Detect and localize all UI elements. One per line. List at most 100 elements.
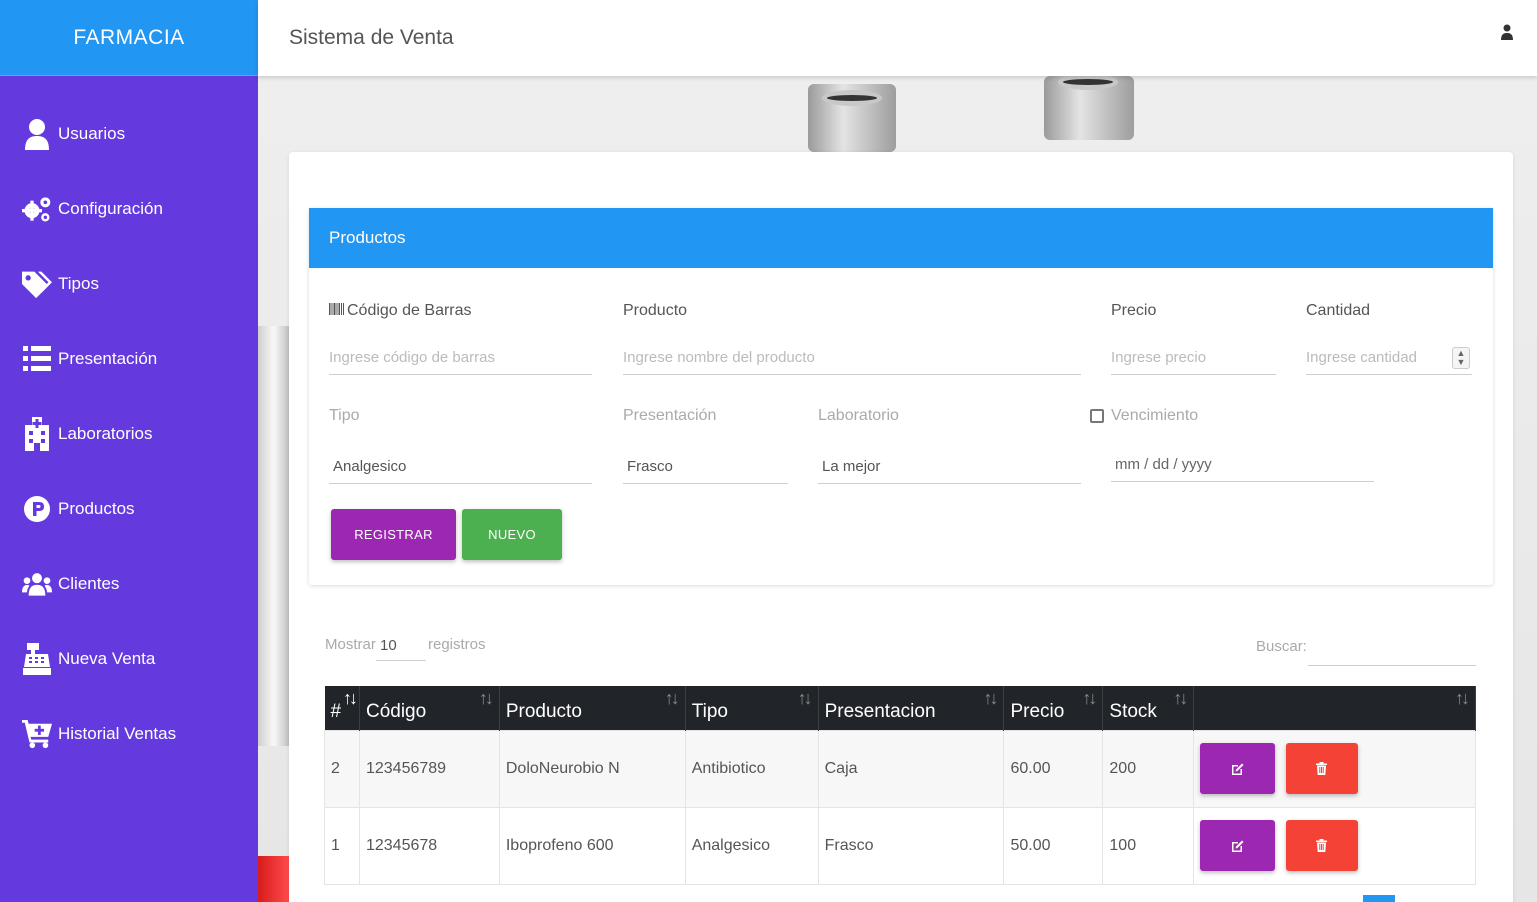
sidebar-item-label: Laboratorios	[58, 423, 153, 443]
user-icon[interactable]	[1501, 24, 1515, 42]
column-header-precio[interactable]: Precio ↑↓	[1003, 686, 1104, 730]
barcode-placeholder: Ingrese código de barras	[329, 349, 495, 366]
column-header-codigo[interactable]: Código ↑↓	[359, 686, 500, 730]
quantity-input[interactable]: Ingrese cantidad ▲ ▼	[1306, 341, 1472, 375]
cell-actions	[1193, 729, 1476, 808]
sort-icon: ↑↓	[983, 688, 998, 708]
brand-logo[interactable]: FARMACIA	[0, 0, 258, 76]
users-icon	[22, 567, 52, 601]
sidebar-item-presentacion[interactable]: Presentación	[0, 321, 258, 396]
tipo-select[interactable]: Analgesico	[329, 450, 592, 484]
barcode-icon	[329, 302, 344, 320]
parking-circle-icon	[22, 492, 52, 526]
cell-precio: 50.00	[1003, 806, 1104, 885]
register-button[interactable]: REGISTRAR	[331, 509, 456, 560]
tags-icon	[22, 267, 52, 301]
sidebar-item-label: Productos	[58, 498, 135, 518]
panel-header: Productos	[309, 208, 1493, 268]
sidebar-item-laboratorios[interactable]: Laboratorios	[0, 396, 258, 471]
product-name-input[interactable]: Ingrese nombre del producto	[623, 341, 1081, 375]
vencimiento-label: Vencimiento	[1111, 407, 1199, 424]
cell-presentacion: Caja	[817, 729, 1005, 808]
table-row: 2 123456789 DoloNeurobio N Antibiotico C…	[324, 729, 1476, 808]
sort-icon: ↑↓	[797, 688, 813, 708]
vencimiento-date-input[interactable]: mm / dd / yyyy	[1111, 448, 1374, 482]
user-icon	[22, 117, 52, 151]
edit-button[interactable]	[1200, 743, 1276, 794]
price-input[interactable]: Ingrese precio	[1111, 341, 1276, 375]
edit-button[interactable]	[1200, 820, 1276, 871]
tipo-value: Analgesico	[333, 458, 407, 475]
cell-producto: DoloNeurobio N	[498, 729, 686, 808]
cell-tipo: Analgesico	[684, 806, 819, 885]
sidebar-item-historial-ventas[interactable]: Historial Ventas	[0, 696, 258, 771]
laboratorio-value: La mejor	[822, 458, 881, 475]
column-header-stock[interactable]: Stock ↑↓	[1102, 686, 1195, 730]
cell-codigo: 123456789	[358, 729, 500, 808]
quantity-placeholder: Ingrese cantidad	[1306, 349, 1417, 366]
product-label: Producto	[623, 302, 688, 319]
new-button[interactable]: NUEVO	[462, 509, 562, 560]
sidebar-item-productos[interactable]: Productos	[0, 471, 258, 546]
tipo-label: Tipo	[329, 407, 360, 424]
sort-icon: ↑↓	[1455, 688, 1470, 708]
column-header-id[interactable]: # ↑↓	[324, 686, 360, 730]
sidebar-item-nueva-venta[interactable]: Nueva Venta	[0, 621, 258, 696]
cell-id: 2	[324, 729, 360, 808]
column-header-label: Código	[365, 700, 427, 722]
column-header-tipo[interactable]: Tipo ↑↓	[685, 686, 819, 730]
trash-icon	[1316, 839, 1328, 852]
cell-presentacion: Frasco	[817, 806, 1005, 885]
sidebar-item-label: Configuración	[58, 198, 163, 218]
column-header-producto[interactable]: Producto ↑↓	[499, 686, 686, 730]
pagination-active-page[interactable]	[1363, 895, 1395, 902]
sidebar-item-label: Clientes	[58, 573, 120, 593]
sidebar-item-usuarios[interactable]: Usuarios	[0, 96, 258, 171]
column-header-presentacion[interactable]: Presentacion ↑↓	[818, 686, 1005, 730]
records-label: registros	[428, 636, 486, 653]
vial-cap-decoration	[1044, 76, 1134, 140]
presentacion-select[interactable]: Frasco	[623, 450, 788, 484]
column-header-label: Precio	[1010, 700, 1065, 722]
sidebar-item-label: Nueva Venta	[58, 648, 156, 668]
delete-button[interactable]	[1285, 743, 1358, 794]
barcode-label-text: Código de Barras	[347, 302, 472, 319]
product-form-panel: Productos Código de Barras Producto Prec…	[309, 208, 1493, 585]
sidebar: FARMACIA Usuarios Configuración Tipos Pr…	[0, 0, 258, 902]
search-input[interactable]	[1308, 636, 1476, 666]
laboratorio-select[interactable]: La mejor	[818, 450, 1081, 484]
delete-button[interactable]	[1285, 820, 1358, 871]
vial-decoration	[258, 326, 290, 746]
sidebar-item-configuracion[interactable]: Configuración	[0, 171, 258, 246]
sidebar-item-tipos[interactable]: Tipos	[0, 246, 258, 321]
table-header-row: # ↑↓ Código ↑↓ Producto ↑↓ Tipo ↑↓ Presentac…	[324, 686, 1476, 730]
cell-actions	[1193, 806, 1476, 885]
presentacion-value: Frasco	[627, 458, 673, 475]
cell-id: 1	[324, 806, 360, 885]
laboratorio-label: Laboratorio	[818, 407, 899, 424]
topbar: Sistema de Venta	[258, 0, 1537, 76]
vencimiento-checkbox[interactable]	[1090, 409, 1104, 423]
sidebar-item-label: Usuarios	[58, 123, 126, 143]
search-label: Buscar:	[1256, 638, 1307, 655]
price-label: Precio	[1111, 302, 1157, 319]
trash-icon	[1316, 762, 1328, 775]
cash-register-icon	[22, 642, 52, 676]
list-icon	[22, 342, 52, 376]
quantity-stepper[interactable]: ▲ ▼	[1452, 347, 1470, 369]
cell-precio: 60.00	[1003, 729, 1104, 808]
quantity-label: Cantidad	[1306, 302, 1371, 319]
barcode-input[interactable]: Ingrese código de barras	[329, 341, 592, 375]
sort-icon: ↑↓	[664, 688, 680, 708]
date-placeholder: mm / dd / yyyy	[1115, 456, 1212, 473]
cell-codigo: 12345678	[358, 806, 500, 885]
column-header-label: #	[330, 700, 342, 722]
product-placeholder: Ingrese nombre del producto	[623, 349, 815, 366]
column-header-actions[interactable]: ↑↓	[1193, 686, 1476, 730]
products-table: # ↑↓ Código ↑↓ Producto ↑↓ Tipo ↑↓ Presentac…	[324, 686, 1476, 885]
show-entries-select[interactable]: 10	[376, 631, 426, 661]
sort-icon: ↑↓	[1082, 688, 1097, 708]
sidebar-item-clientes[interactable]: Clientes	[0, 546, 258, 621]
edit-icon	[1231, 763, 1244, 775]
hospital-icon	[22, 416, 52, 451]
